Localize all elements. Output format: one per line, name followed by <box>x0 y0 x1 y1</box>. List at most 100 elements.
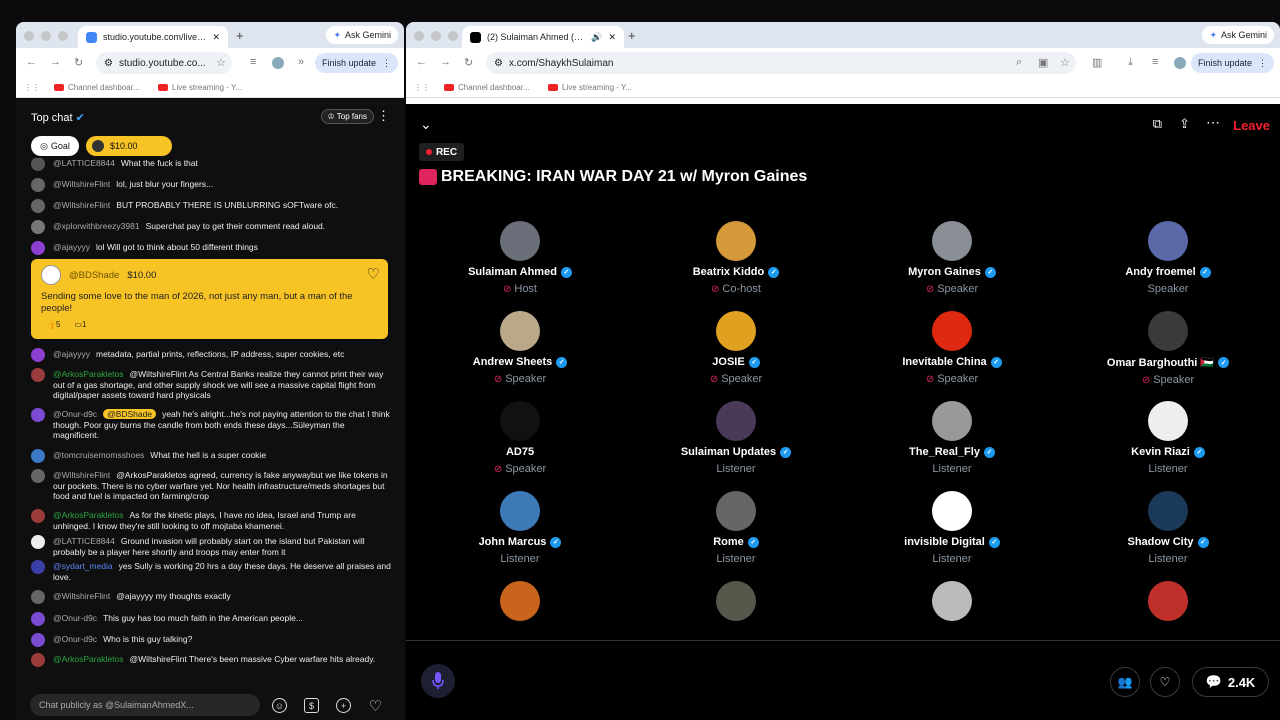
chat-message[interactable]: @Onur-d9c @BDShade yeah he's alright...he'… <box>31 408 391 441</box>
bookmark-channel-dashboard[interactable]: Channel dashboar... <box>54 83 140 92</box>
address-bar[interactable]: ⚙ studio.youtube.co... <box>96 52 232 74</box>
chat-author[interactable]: @ajayyyy <box>53 242 90 252</box>
chat-message[interactable]: @ArkosParakletos As for the kinetic plays… <box>31 509 391 531</box>
finish-update-button[interactable]: Finish update ⋮ <box>1190 53 1274 73</box>
bookmark-star-icon[interactable]: ☆ <box>1060 56 1070 69</box>
like-button[interactable]: 👍5 <box>46 320 60 329</box>
extension-icon[interactable]: ≡ <box>250 56 256 68</box>
bookmark-star-icon[interactable]: ☆ <box>216 56 226 69</box>
chat-author[interactable]: @LATTICE8844 <box>53 536 115 546</box>
chat-author[interactable]: @ajayyyy <box>53 349 90 359</box>
address-bar[interactable]: ⚙ x.com/ShaykhSulaiman <box>486 52 1076 74</box>
tab-live-chat[interactable]: studio.youtube.com/live_chat ✕ <box>78 26 228 48</box>
chat-message[interactable]: @WiltshireFlint @ArkosParakletos agreed, … <box>31 469 391 502</box>
bookmark-channel-dashboard[interactable]: Channel dashboar... <box>444 83 530 92</box>
participant-card[interactable] <box>852 581 1052 621</box>
ticker-superchat-chip[interactable]: $10.00 <box>86 136 172 156</box>
site-settings-icon[interactable]: ⚙ <box>104 58 113 69</box>
chat-author[interactable]: @ArkosParakletos <box>53 510 124 520</box>
site-settings-icon[interactable]: ⚙ <box>494 58 503 69</box>
participant-card[interactable]: Andy froemel ✓ Speaker <box>1068 221 1268 295</box>
tab-x-profile[interactable]: (2) Sulaiman Ahmed (@Sl 🔊 ✕ <box>462 26 624 48</box>
forward-icon[interactable]: → <box>440 56 451 68</box>
leave-button[interactable]: Leave <box>1233 118 1270 133</box>
bookmark-live-streaming[interactable]: Live streaming - Y... <box>548 83 632 92</box>
heart-icon[interactable]: ♡ <box>368 698 383 715</box>
reload-icon[interactable]: ↻ <box>74 56 83 69</box>
people-button[interactable]: 👥 <box>1110 667 1140 697</box>
close-tab-icon[interactable]: ✕ <box>212 32 220 43</box>
chat-author[interactable]: @Onur-d9c <box>53 409 97 419</box>
participant-card[interactable]: Myron Gaines ✓ ⊘ Speaker <box>852 221 1052 295</box>
participant-card[interactable]: John Marcus ✓ Listener <box>420 491 620 565</box>
chat-message[interactable]: @sydart_media yes Sully is working 20 hrs… <box>31 560 391 582</box>
sidebar-icon[interactable]: ▥ <box>1092 56 1102 69</box>
participant-card[interactable]: AD75 ⊘ Speaker <box>420 401 620 475</box>
add-icon[interactable]: + <box>336 698 351 713</box>
participant-card[interactable] <box>420 581 620 621</box>
chat-author[interactable]: @sydart_media <box>53 561 113 571</box>
chat-message[interactable]: @xplorwithbreezy3981 Superchat pay to get… <box>31 220 391 234</box>
participant-card[interactable]: Beatrix Kiddo ✓ ⊘ Co-host <box>636 221 836 295</box>
close-tab-icon[interactable]: ✕ <box>608 32 616 43</box>
audio-playing-icon[interactable]: 🔊 <box>591 32 602 43</box>
chat-author[interactable]: @ArkosParakletos <box>53 369 124 379</box>
reactions-button[interactable]: ♡ <box>1150 667 1180 697</box>
chat-message[interactable]: @ajayyyy metadata, partial prints, reflec… <box>31 348 391 362</box>
new-tab-icon[interactable]: + <box>236 28 244 43</box>
chat-message[interactable]: @tomcruisemomsshoes What the hell is a su… <box>31 449 391 463</box>
ask-gemini-button[interactable]: ✦ Ask Gemini <box>326 26 398 44</box>
chat-message[interactable]: @LATTICE8844 Ground invasion will probabl… <box>31 535 391 557</box>
chat-mode-selector[interactable]: Top chat ✔ <box>31 111 85 124</box>
download-icon[interactable]: ⤓ <box>1128 56 1133 69</box>
participant-card[interactable]: Rome ✓ Listener <box>636 491 836 565</box>
chat-message[interactable]: @WiltshireFlint lol, just blur your finge… <box>31 178 391 192</box>
participant-card[interactable]: invisible Digital ✓ Listener <box>852 491 1052 565</box>
chat-author[interactable]: @WiltshireFlint <box>53 179 110 189</box>
chat-author[interactable]: @ArkosParakletos <box>53 654 124 664</box>
share-icon[interactable]: ⇪ <box>1179 116 1190 132</box>
forward-icon[interactable]: → <box>50 56 61 68</box>
finish-update-button[interactable]: Finish update ⋮ <box>314 53 398 73</box>
back-icon[interactable]: ← <box>416 56 427 68</box>
chevron-down-icon[interactable]: ⌄ <box>420 116 432 133</box>
apps-icon[interactable]: ⋮⋮ <box>414 83 430 92</box>
reload-icon[interactable]: ↻ <box>464 56 473 69</box>
profile-avatar[interactable] <box>272 57 284 69</box>
chat-message[interactable]: @LATTICE8844 What the fuck is that <box>31 158 391 171</box>
participant-card[interactable]: Kevin Riazi ✓ Listener <box>1068 401 1268 475</box>
bookmark-live-streaming[interactable]: Live streaming - Y... <box>158 83 242 92</box>
heart-icon[interactable]: ♡ <box>367 265 380 283</box>
chat-message-list[interactable]: @BDShade $10.00 ♡ Sending some love to t… <box>16 158 404 690</box>
chat-author[interactable]: @tomcruisemomsshoes <box>53 450 144 460</box>
zoom-icon[interactable]: ⌕ <box>1016 56 1022 69</box>
chat-message[interactable]: @ajayyyy lol Will got to think about 50 d… <box>31 241 391 255</box>
participant-card[interactable] <box>636 581 836 621</box>
goal-chip[interactable]: ◎ Goal <box>31 136 79 156</box>
minimize-dock-icon[interactable]: ⧉ <box>1153 116 1162 132</box>
window-controls[interactable] <box>24 31 68 41</box>
participant-card[interactable]: The_Real_Fly ✓ Listener <box>852 401 1052 475</box>
chat-message[interactable]: @ArkosParakletos @WiltshireFlint As Centr… <box>31 368 391 401</box>
super-chat-icon[interactable]: $ <box>304 698 319 713</box>
chat-author[interactable]: @WiltshireFlint <box>53 200 110 210</box>
chat-message[interactable]: @WiltshireFlint BUT PROBABLY THERE IS UNB… <box>31 199 391 213</box>
more-tabs-icon[interactable]: » <box>298 56 304 68</box>
more-options-icon[interactable]: ⋯ <box>1206 114 1220 131</box>
emoji-icon[interactable]: ☺ <box>272 698 287 713</box>
participant-card[interactable]: Inevitable China ✓ ⊘ Speaker <box>852 311 1052 385</box>
chat-author[interactable]: @WiltshireFlint <box>53 470 110 480</box>
participant-card[interactable]: Andrew Sheets ✓ ⊘ Speaker <box>420 311 620 385</box>
chat-author[interactable]: @Onur-d9c <box>53 613 97 623</box>
chat-author[interactable]: @LATTICE8844 <box>53 158 115 168</box>
chat-author[interactable]: @xplorwithbreezy3981 <box>53 221 140 231</box>
top-fans-button[interactable]: ♔ Top fans <box>320 109 374 124</box>
participant-card[interactable]: Omar Barghouthi 🇵🇸 ✓ ⊘ Speaker <box>1068 311 1268 386</box>
chat-message[interactable]: @Onur-d9c This guy has too much faith in … <box>31 612 391 626</box>
chat-message[interactable]: @ArkosParakletos @WiltshireFlint There's … <box>31 653 391 667</box>
apps-icon[interactable]: ⋮⋮ <box>24 83 40 92</box>
superchat-card[interactable]: @BDShade $10.00 ♡ Sending some love to t… <box>31 259 388 339</box>
new-tab-icon[interactable]: + <box>628 28 636 43</box>
ask-gemini-button[interactable]: ✦ Ask Gemini <box>1202 26 1274 44</box>
request-mic-button[interactable] <box>421 664 455 698</box>
